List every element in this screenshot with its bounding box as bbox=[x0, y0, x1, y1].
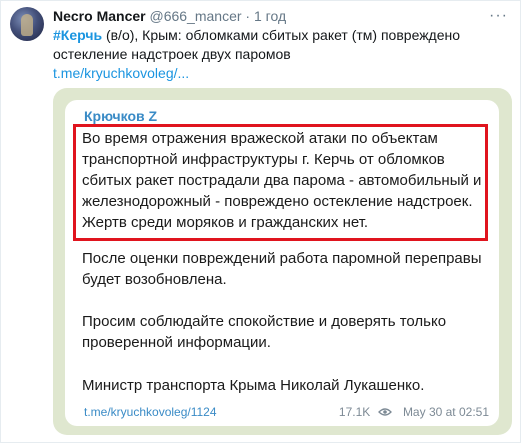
message-meta: 17.1K May 30 at 02:51 bbox=[339, 405, 489, 419]
paragraph-statement: Во время отражения вражеской атаки по об… bbox=[82, 130, 482, 231]
view-count: 17.1K bbox=[338, 405, 371, 419]
tweet-link[interactable]: t.me/kryuchkovoleg/... bbox=[53, 65, 189, 81]
header-separator: · bbox=[241, 8, 254, 24]
message-date: May 30 at 02:51 bbox=[402, 405, 489, 419]
eye-icon bbox=[377, 408, 392, 416]
tweet-header: Necro Mancer @666_mancer · 1 год bbox=[53, 7, 286, 25]
tweet: Necro Mancer @666_mancer · 1 год ··· #Ке… bbox=[0, 0, 521, 443]
source-link[interactable]: t.me/kryuchkovoleg/1124 bbox=[84, 405, 217, 419]
paragraph-calm-request: Просим соблюдайте спокойствие и доверять… bbox=[82, 313, 447, 351]
tweet-body: (в/о), Крым: обломками сбитых ракет (тм)… bbox=[53, 27, 461, 62]
telegram-screenshot[interactable]: Крючков Z Во время отражения вражеской а… bbox=[53, 88, 512, 435]
paragraph-signature: Министр транспорта Крыма Николай Лукашен… bbox=[82, 377, 425, 394]
more-dots-icon[interactable]: ··· bbox=[489, 8, 508, 24]
hashtag-link[interactable]: #Керчь bbox=[53, 27, 102, 43]
tweet-text: #Керчь (в/о), Крым: обломками сбитых рак… bbox=[53, 26, 508, 83]
paragraph-ferry-resume: После оценки повреждений работа паромной… bbox=[82, 250, 482, 288]
avatar[interactable] bbox=[10, 7, 44, 41]
message-footer: t.me/kryuchkovoleg/1124 17.1K May 30 at … bbox=[84, 405, 489, 419]
author-name[interactable]: Necro Mancer bbox=[53, 8, 146, 24]
tweet-time[interactable]: 1 год bbox=[254, 8, 286, 24]
telegram-message: Крючков Z Во время отражения вражеской а… bbox=[65, 100, 499, 426]
author-handle[interactable]: @666_mancer bbox=[149, 8, 241, 24]
channel-name[interactable]: Крючков Z bbox=[84, 107, 157, 125]
